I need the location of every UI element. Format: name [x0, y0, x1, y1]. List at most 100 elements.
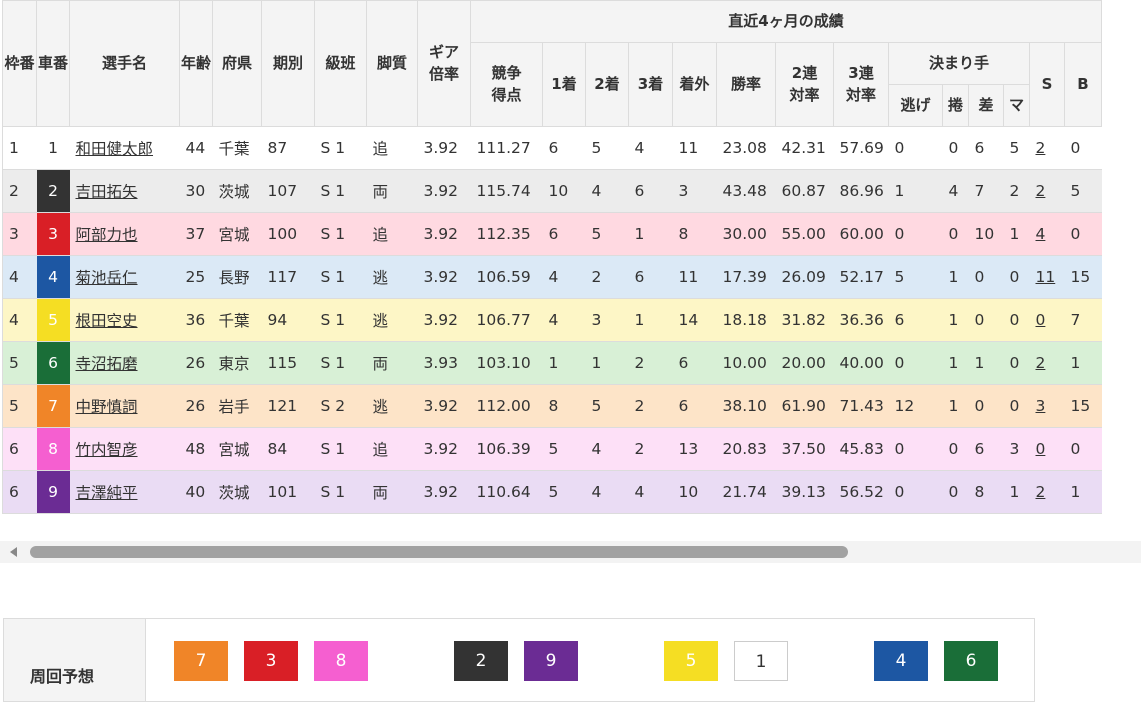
s-count-cell: 2 — [1029, 470, 1065, 514]
racer-name-cell: 吉田拓矢 — [69, 169, 180, 213]
cell-r2: 61.90 — [775, 384, 834, 428]
cell-makuri: 0 — [942, 427, 969, 471]
lap-forecast-label: 周回予想 — [4, 619, 146, 701]
cell-first: 10 — [542, 169, 586, 213]
racer-name-link[interactable]: 竹内智彦 — [76, 441, 138, 459]
racer-name-link[interactable]: 阿部力也 — [76, 226, 138, 244]
cell-pref: 東京 — [212, 341, 262, 385]
cell-age: 44 — [179, 126, 213, 170]
cell-makuri: 0 — [942, 470, 969, 514]
scroll-thumb[interactable] — [30, 546, 848, 558]
s-count-link[interactable]: 3 — [1036, 397, 1046, 415]
col-leg-type: 脚質 — [366, 0, 418, 127]
cell-sashi: 0 — [968, 255, 1004, 299]
scroll-left-arrow-icon[interactable] — [10, 547, 17, 557]
cell-mark: 0 — [1003, 341, 1030, 385]
cell-r3: 56.52 — [833, 470, 889, 514]
cell-age: 26 — [179, 341, 213, 385]
cell-win: 23.08 — [716, 126, 776, 170]
cell-outside: 11 — [672, 126, 717, 170]
cell-term: 117 — [261, 255, 315, 299]
cell-class: S 1 — [314, 427, 367, 471]
car-number-badge: 4 — [36, 255, 70, 299]
cell-third: 2 — [628, 427, 673, 471]
racer-name-cell: 和田健太郎 — [69, 126, 180, 170]
cell-score: 111.27 — [470, 126, 543, 170]
s-count-link[interactable]: 0 — [1036, 311, 1046, 329]
cell-b: 1 — [1064, 470, 1102, 514]
horizontal-scrollbar[interactable] — [0, 541, 1141, 563]
cell-b: 0 — [1064, 212, 1102, 256]
col-third: 3着 — [628, 42, 673, 127]
cell-age: 48 — [179, 427, 213, 471]
cell-waku: 5 — [2, 384, 37, 428]
racer-name-link[interactable]: 吉澤純平 — [76, 484, 138, 502]
col-makuri: 捲 — [942, 84, 969, 127]
cell-second: 3 — [585, 298, 629, 342]
cell-age: 26 — [179, 384, 213, 428]
cell-b: 15 — [1064, 255, 1102, 299]
cell-second: 1 — [585, 341, 629, 385]
racer-name-link[interactable]: 中野慎詞 — [76, 398, 138, 416]
racer-name-link[interactable]: 根田空史 — [76, 312, 138, 330]
cell-pref: 長野 — [212, 255, 262, 299]
racer-name-link[interactable]: 寺沼拓磨 — [76, 355, 138, 373]
cell-leg: 逃 — [366, 255, 418, 299]
racer-name-cell: 菊池岳仁 — [69, 255, 180, 299]
cell-waku: 3 — [2, 212, 37, 256]
s-count-link[interactable]: 2 — [1036, 354, 1046, 372]
cell-term: 107 — [261, 169, 315, 213]
cell-outside: 11 — [672, 255, 717, 299]
racer-name-link[interactable]: 吉田拓矢 — [76, 183, 138, 201]
racer-name-cell: 中野慎詞 — [69, 384, 180, 428]
cell-gear: 3.92 — [417, 384, 471, 428]
cell-r2: 42.31 — [775, 126, 834, 170]
cell-r3: 60.00 — [833, 212, 889, 256]
s-count-link[interactable]: 11 — [1036, 268, 1056, 286]
racer-name-link[interactable]: 菊池岳仁 — [76, 269, 138, 287]
s-count-cell: 0 — [1029, 427, 1065, 471]
cell-mark: 2 — [1003, 169, 1030, 213]
cell-win: 10.00 — [716, 341, 776, 385]
cell-nige: 6 — [888, 298, 943, 342]
cell-term: 101 — [261, 470, 315, 514]
racer-name-cell: 竹内智彦 — [69, 427, 180, 471]
s-count-link[interactable]: 0 — [1036, 440, 1046, 458]
racer-name-link[interactable]: 和田健太郎 — [76, 140, 154, 158]
cell-pref: 茨城 — [212, 169, 262, 213]
cell-win: 20.83 — [716, 427, 776, 471]
cell-r2: 31.82 — [775, 298, 834, 342]
cell-first: 4 — [542, 298, 586, 342]
racer-name-cell: 阿部力也 — [69, 212, 180, 256]
cell-first: 8 — [542, 384, 586, 428]
cell-r3: 86.96 — [833, 169, 889, 213]
cell-waku: 4 — [2, 298, 37, 342]
col-win-rate: 勝率 — [716, 42, 776, 127]
lap-forecast-panel: 周回予想 738 29 51 46 — [3, 618, 1035, 702]
table-row: 5 6 寺沼拓磨 26 東京 115 S 1 両 3.93 103.10 1 1 2 6 10.00 20.0… — [2, 341, 1102, 385]
cell-r2: 20.00 — [775, 341, 834, 385]
cell-score: 106.59 — [470, 255, 543, 299]
cell-score: 115.74 — [470, 169, 543, 213]
s-count-link[interactable]: 4 — [1036, 225, 1046, 243]
cell-b: 15 — [1064, 384, 1102, 428]
cell-gear: 3.92 — [417, 255, 471, 299]
cell-outside: 3 — [672, 169, 717, 213]
table-header: 枠番 車番 選手名 年齢 府県 期別 級班 脚質 ギア 倍率 直近4ヶ月の成績 競… — [2, 0, 1102, 127]
cell-gear: 3.92 — [417, 212, 471, 256]
cell-second: 2 — [585, 255, 629, 299]
s-count-link[interactable]: 2 — [1036, 182, 1046, 200]
s-count-link[interactable]: 2 — [1036, 139, 1046, 157]
car-number-badge: 7 — [36, 384, 70, 428]
cell-term: 84 — [261, 427, 315, 471]
s-count-link[interactable]: 2 — [1036, 483, 1046, 501]
cell-r2: 37.50 — [775, 427, 834, 471]
cell-sashi: 7 — [968, 169, 1004, 213]
cell-mark: 0 — [1003, 298, 1030, 342]
col-waku: 枠番 — [2, 0, 37, 127]
table-body: 1 1 和田健太郎 44 千葉 87 S 1 追 3.92 111.27 6 5 4 11 23.08 42.… — [2, 126, 1102, 514]
col-mark: マ — [1003, 84, 1030, 127]
cell-nige: 1 — [888, 169, 943, 213]
col-2-rentai: 2連 対率 — [775, 42, 834, 127]
forecast-car-box: 4 — [874, 641, 928, 681]
